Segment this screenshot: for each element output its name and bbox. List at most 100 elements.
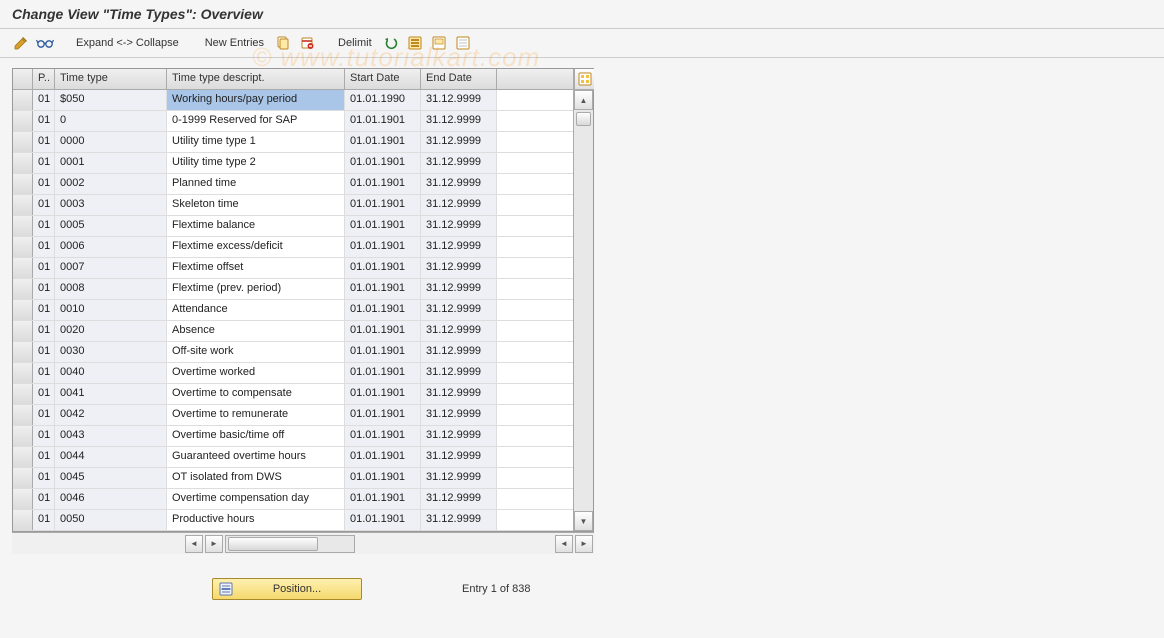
cell-p[interactable]: 01 bbox=[33, 342, 55, 362]
cell-start-date[interactable]: 01.01.1901 bbox=[345, 489, 421, 509]
cell-time-type[interactable]: 0041 bbox=[55, 384, 167, 404]
cell-time-type[interactable]: 0030 bbox=[55, 342, 167, 362]
table-row[interactable]: 010006Flextime excess/deficit01.01.19013… bbox=[13, 237, 573, 258]
col-p[interactable]: P.. bbox=[33, 69, 55, 89]
cell-descript[interactable]: Off-site work bbox=[167, 342, 345, 362]
row-selector[interactable] bbox=[13, 279, 33, 299]
cell-p[interactable]: 01 bbox=[33, 237, 55, 257]
delimit-button[interactable]: Delimit bbox=[334, 37, 376, 49]
cell-time-type[interactable]: 0008 bbox=[55, 279, 167, 299]
cell-p[interactable]: 01 bbox=[33, 90, 55, 110]
cell-end-date[interactable]: 31.12.9999 bbox=[421, 111, 497, 131]
row-selector[interactable] bbox=[13, 174, 33, 194]
table-row[interactable]: 01$050Working hours/pay period01.01.1990… bbox=[13, 90, 573, 111]
undo-icon[interactable] bbox=[382, 34, 400, 52]
scroll-up-icon[interactable]: ▲ bbox=[574, 90, 593, 110]
row-selector[interactable] bbox=[13, 300, 33, 320]
cell-descript[interactable]: Attendance bbox=[167, 300, 345, 320]
cell-time-type[interactable]: 0042 bbox=[55, 405, 167, 425]
position-button[interactable]: Position... bbox=[212, 578, 362, 600]
col-descript[interactable]: Time type descript. bbox=[167, 69, 345, 89]
table-row[interactable]: 010044Guaranteed overtime hours01.01.190… bbox=[13, 447, 573, 468]
cell-start-date[interactable]: 01.01.1901 bbox=[345, 111, 421, 131]
cell-start-date[interactable]: 01.01.1901 bbox=[345, 447, 421, 467]
cell-p[interactable]: 01 bbox=[33, 153, 55, 173]
row-selector[interactable] bbox=[13, 237, 33, 257]
row-selector[interactable] bbox=[13, 132, 33, 152]
cell-p[interactable]: 01 bbox=[33, 216, 55, 236]
hscroll-track[interactable] bbox=[225, 535, 355, 553]
cell-time-type[interactable]: 0006 bbox=[55, 237, 167, 257]
cell-end-date[interactable]: 31.12.9999 bbox=[421, 342, 497, 362]
cell-start-date[interactable]: 01.01.1901 bbox=[345, 426, 421, 446]
cell-descript[interactable]: Overtime to remunerate bbox=[167, 405, 345, 425]
cell-time-type[interactable]: 0001 bbox=[55, 153, 167, 173]
row-selector[interactable] bbox=[13, 153, 33, 173]
cell-end-date[interactable]: 31.12.9999 bbox=[421, 321, 497, 341]
col-start-date[interactable]: Start Date bbox=[345, 69, 421, 89]
cell-start-date[interactable]: 01.01.1901 bbox=[345, 510, 421, 530]
cell-start-date[interactable]: 01.01.1901 bbox=[345, 468, 421, 488]
cell-start-date[interactable]: 01.01.1901 bbox=[345, 258, 421, 278]
cell-descript[interactable]: Guaranteed overtime hours bbox=[167, 447, 345, 467]
cell-descript[interactable]: 0-1999 Reserved for SAP bbox=[167, 111, 345, 131]
cell-p[interactable]: 01 bbox=[33, 426, 55, 446]
cell-end-date[interactable]: 31.12.9999 bbox=[421, 510, 497, 530]
row-selector[interactable] bbox=[13, 90, 33, 110]
cell-descript[interactable]: Flextime excess/deficit bbox=[167, 237, 345, 257]
row-selector[interactable] bbox=[13, 363, 33, 383]
table-row[interactable]: 010040Overtime worked01.01.190131.12.999… bbox=[13, 363, 573, 384]
cell-descript[interactable]: Overtime worked bbox=[167, 363, 345, 383]
cell-time-type[interactable]: 0002 bbox=[55, 174, 167, 194]
cell-end-date[interactable]: 31.12.9999 bbox=[421, 174, 497, 194]
cell-start-date[interactable]: 01.01.1901 bbox=[345, 321, 421, 341]
expand-collapse-button[interactable]: Expand <-> Collapse bbox=[72, 37, 183, 49]
scroll-left-end-icon[interactable]: ◄ bbox=[555, 535, 573, 553]
cell-p[interactable]: 01 bbox=[33, 447, 55, 467]
cell-time-type[interactable]: 0043 bbox=[55, 426, 167, 446]
cell-end-date[interactable]: 31.12.9999 bbox=[421, 237, 497, 257]
cell-p[interactable]: 01 bbox=[33, 384, 55, 404]
table-row[interactable]: 010045OT isolated from DWS01.01.190131.1… bbox=[13, 468, 573, 489]
cell-descript[interactable]: Overtime compensation day bbox=[167, 489, 345, 509]
row-selector[interactable] bbox=[13, 468, 33, 488]
copy-icon[interactable] bbox=[274, 34, 292, 52]
cell-end-date[interactable]: 31.12.9999 bbox=[421, 426, 497, 446]
cell-p[interactable]: 01 bbox=[33, 174, 55, 194]
col-time-type[interactable]: Time type bbox=[55, 69, 167, 89]
cell-p[interactable]: 01 bbox=[33, 468, 55, 488]
hscroll-thumb[interactable] bbox=[228, 537, 318, 551]
table-row[interactable]: 010020Absence01.01.190131.12.9999 bbox=[13, 321, 573, 342]
cell-start-date[interactable]: 01.01.1901 bbox=[345, 153, 421, 173]
cell-descript[interactable]: Overtime to compensate bbox=[167, 384, 345, 404]
row-selector[interactable] bbox=[13, 405, 33, 425]
cell-p[interactable]: 01 bbox=[33, 132, 55, 152]
cell-descript[interactable]: Productive hours bbox=[167, 510, 345, 530]
cell-p[interactable]: 01 bbox=[33, 321, 55, 341]
cell-start-date[interactable]: 01.01.1901 bbox=[345, 342, 421, 362]
row-selector[interactable] bbox=[13, 447, 33, 467]
row-selector[interactable] bbox=[13, 321, 33, 341]
cell-p[interactable]: 01 bbox=[33, 111, 55, 131]
cell-start-date[interactable]: 01.01.1901 bbox=[345, 132, 421, 152]
cell-time-type[interactable]: 0005 bbox=[55, 216, 167, 236]
table-row[interactable]: 010010Attendance01.01.190131.12.9999 bbox=[13, 300, 573, 321]
cell-time-type[interactable]: 0040 bbox=[55, 363, 167, 383]
cell-end-date[interactable]: 31.12.9999 bbox=[421, 300, 497, 320]
row-selector[interactable] bbox=[13, 195, 33, 215]
row-selector[interactable] bbox=[13, 384, 33, 404]
cell-p[interactable]: 01 bbox=[33, 363, 55, 383]
cell-descript[interactable]: Flextime (prev. period) bbox=[167, 279, 345, 299]
change-icon[interactable] bbox=[12, 34, 30, 52]
cell-descript[interactable]: Planned time bbox=[167, 174, 345, 194]
cell-p[interactable]: 01 bbox=[33, 510, 55, 530]
cell-descript[interactable]: Absence bbox=[167, 321, 345, 341]
cell-descript[interactable]: Flextime offset bbox=[167, 258, 345, 278]
table-row[interactable]: 010000Utility time type 101.01.190131.12… bbox=[13, 132, 573, 153]
scroll-thumb[interactable] bbox=[576, 112, 591, 126]
row-selector[interactable] bbox=[13, 426, 33, 446]
cell-descript[interactable]: Utility time type 2 bbox=[167, 153, 345, 173]
cell-time-type[interactable]: 0007 bbox=[55, 258, 167, 278]
cell-end-date[interactable]: 31.12.9999 bbox=[421, 468, 497, 488]
cell-start-date[interactable]: 01.01.1901 bbox=[345, 279, 421, 299]
